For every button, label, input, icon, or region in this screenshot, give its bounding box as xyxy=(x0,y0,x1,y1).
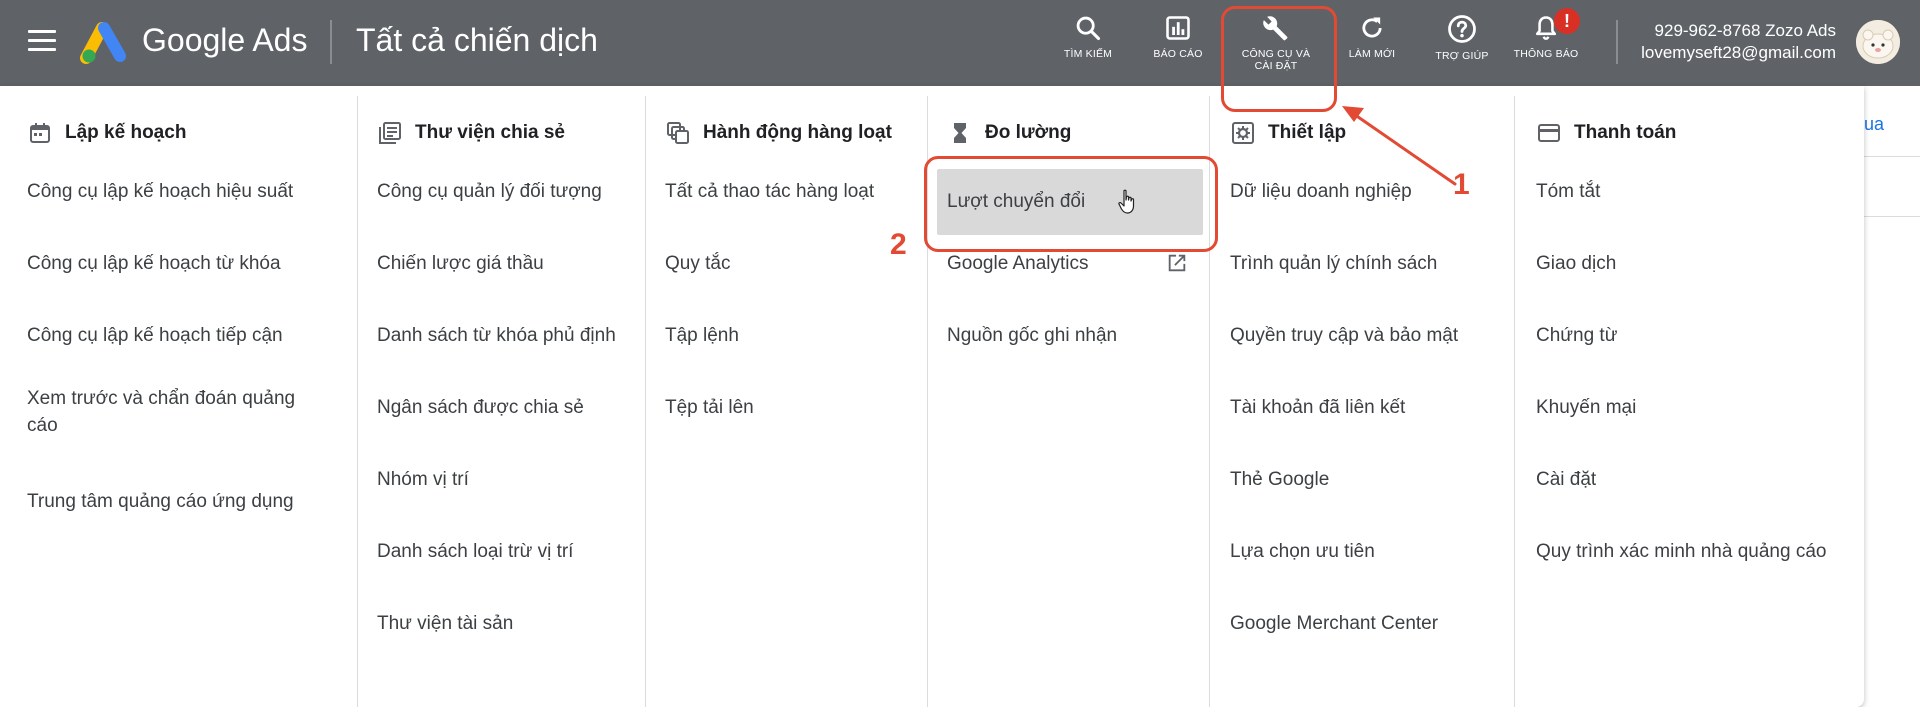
annotation-step-1: 1 xyxy=(1453,168,1470,201)
menu-item-attribution[interactable]: Nguồn gốc ghi nhận xyxy=(947,322,1117,349)
column-divider xyxy=(645,96,646,707)
hourglass-icon xyxy=(947,120,973,146)
header-divider-right xyxy=(1616,20,1618,64)
background-link: ua xyxy=(1864,114,1885,134)
menu-item-placement-groups[interactable]: Nhóm vị trí xyxy=(377,466,469,493)
column-divider xyxy=(357,96,358,707)
refresh-button[interactable]: LÀM MỚI xyxy=(1332,14,1412,74)
account-info[interactable]: 929-962-8768 Zozo Ads lovemyseft28@gmail… xyxy=(1641,20,1836,64)
menu-item-transactions[interactable]: Giao dịch xyxy=(1536,250,1616,277)
menu-item-promotions[interactable]: Khuyến mại xyxy=(1536,394,1636,421)
account-phone: 929-962-8768 Zozo Ads xyxy=(1654,21,1836,40)
measurement-heading: Đo lường xyxy=(947,118,1071,148)
menu-item-google-merchant-center[interactable]: Google Merchant Center xyxy=(1230,610,1438,637)
background-divider xyxy=(1864,156,1920,157)
google-ads-logo[interactable] xyxy=(80,20,128,64)
search-button[interactable]: TÌM KIẾM xyxy=(1048,14,1128,74)
menu-item-placement-exclusion-lists[interactable]: Danh sách loại trừ vị trí xyxy=(377,538,573,565)
menu-item-performance-planner[interactable]: Công cụ lập kế hoạch hiệu suất xyxy=(27,178,293,205)
notification-badge: ! xyxy=(1554,8,1580,34)
refresh-icon xyxy=(1362,17,1382,38)
tools-and-settings-button[interactable]: CÔNG CỤ VÀ CÀI ĐẶT xyxy=(1236,14,1316,74)
column-shared-library: Thư viện chia sẻ Công cụ quản lý đối tượ… xyxy=(377,96,647,707)
menu-icon[interactable] xyxy=(28,30,56,52)
avatar-image xyxy=(1856,20,1900,64)
shared-library-title: Thư viện chia sẻ xyxy=(415,122,565,143)
menu-item-google-tag[interactable]: Thẻ Google xyxy=(1230,466,1329,493)
reports-icon xyxy=(1166,16,1190,40)
column-bulk-actions: Hành động hàng loạt Tất cả thao tác hàng… xyxy=(665,96,925,707)
search-icon xyxy=(1076,16,1101,41)
help-button[interactable]: TRỢ GIÚP xyxy=(1422,14,1502,74)
credit-card-icon xyxy=(1536,120,1562,146)
help-icon xyxy=(1448,15,1476,43)
menu-item-all-bulk-actions[interactable]: Tất cả thao tác hàng loạt xyxy=(665,178,874,205)
measurement-title: Đo lường xyxy=(985,122,1072,143)
menu-item-summary[interactable]: Tóm tắt xyxy=(1536,178,1600,205)
menu-item-google-analytics[interactable]: Google Analytics xyxy=(947,250,1089,277)
menu-item-uploads[interactable]: Tệp tải lên xyxy=(665,394,754,421)
menu-item-documents[interactable]: Chứng từ xyxy=(1536,322,1617,349)
billing-title: Thanh toán xyxy=(1574,122,1677,143)
header-divider xyxy=(330,20,332,64)
account-email: lovemyseft28@gmail.com xyxy=(1641,43,1836,62)
menu-item-linked-accounts[interactable]: Tài khoản đã liên kết xyxy=(1230,394,1405,421)
column-planning: Lập kế hoạch Công cụ lập kế hoạch hiệu s… xyxy=(27,96,347,707)
background-divider xyxy=(1864,216,1920,217)
bulk-actions-title: Hành động hàng loạt xyxy=(703,122,892,143)
menu-item-reach-planner[interactable]: Công cụ lập kế hoạch tiếp cận xyxy=(27,322,283,349)
menu-item-keyword-planner[interactable]: Công cụ lập kế hoạch từ khóa xyxy=(27,250,281,277)
column-measurement: Đo lường Lượt chuyển đổi Google Analytic… xyxy=(937,96,1207,707)
shared-library-heading: Thư viện chia sẻ xyxy=(377,118,565,148)
conversions-label: Lượt chuyển đổi xyxy=(947,191,1086,212)
menu-item-rules[interactable]: Quy tắc xyxy=(665,250,730,277)
wrench-icon xyxy=(1263,16,1288,41)
menu-item-app-advertising-hub[interactable]: Trung tâm quảng cáo ứng dụng xyxy=(27,488,294,515)
menu-item-audience-manager[interactable]: Công cụ quản lý đối tượng xyxy=(377,178,602,205)
help-label: TRỢ GIÚP xyxy=(1435,50,1489,62)
reports-label: BÁO CÁO xyxy=(1153,48,1203,60)
menu-item-preferences[interactable]: Lựa chọn ưu tiên xyxy=(1230,538,1375,565)
tools-menu-panel: Lập kế hoạch Công cụ lập kế hoạch hiệu s… xyxy=(0,86,1864,707)
menu-item-access-and-security[interactable]: Quyền truy cập và bảo mật xyxy=(1230,322,1458,349)
copy-icon xyxy=(665,120,691,146)
library-icon xyxy=(377,120,403,146)
calendar-icon xyxy=(27,120,53,146)
notifications-button[interactable]: ! THÔNG BÁO xyxy=(1506,8,1586,74)
hand-cursor-icon xyxy=(1118,189,1135,214)
tools-label: CÔNG CỤ VÀ CÀI ĐẶT xyxy=(1241,48,1311,72)
search-label: TÌM KIẾM xyxy=(1063,48,1113,60)
menu-item-conversions[interactable]: Lượt chuyển đổi xyxy=(937,169,1203,235)
menu-item-shared-budgets[interactable]: Ngân sách được chia sẻ xyxy=(377,394,584,421)
gear-icon xyxy=(1230,120,1256,146)
avatar[interactable] xyxy=(1856,20,1900,64)
billing-heading: Thanh toán xyxy=(1536,118,1676,148)
menu-item-policy-manager[interactable]: Trình quản lý chính sách xyxy=(1230,250,1437,277)
brand-name: Google Ads xyxy=(142,22,308,58)
column-divider xyxy=(1209,96,1210,707)
menu-item-asset-library[interactable]: Thư viện tài sản xyxy=(377,610,513,637)
planning-heading: Lập kế hoạch xyxy=(27,118,186,148)
planning-title: Lập kế hoạch xyxy=(65,122,187,143)
menu-item-negative-keyword-lists[interactable]: Danh sách từ khóa phủ định xyxy=(377,322,616,349)
external-link-icon[interactable] xyxy=(1166,252,1188,274)
menu-item-bid-strategies[interactable]: Chiến lược giá thầu xyxy=(377,250,544,277)
menu-item-billing-settings[interactable]: Cài đặt xyxy=(1536,466,1596,493)
menu-item-scripts[interactable]: Tập lệnh xyxy=(665,322,739,349)
annotation-step-2: 2 xyxy=(890,228,907,261)
column-divider xyxy=(927,96,928,707)
menu-item-advertiser-verification[interactable]: Quy trình xác minh nhà quảng cáo xyxy=(1536,538,1826,565)
background-page: ua xyxy=(1864,86,1920,707)
menu-item-ad-preview[interactable]: Xem trước và chẩn đoán quảng cáo xyxy=(27,385,327,439)
setup-heading: Thiết lập xyxy=(1230,118,1346,148)
page-title: Tất cả chiến dịch xyxy=(356,22,598,58)
refresh-label: LÀM MỚI xyxy=(1348,48,1396,60)
column-divider xyxy=(1514,96,1515,707)
notifications-label: THÔNG BÁO xyxy=(1513,48,1579,60)
bulk-actions-heading: Hành động hàng loạt xyxy=(665,118,892,148)
top-bar: Google Ads Tất cả chiến dịch TÌM KIẾM BÁ… xyxy=(0,0,1920,86)
column-billing: Thanh toán Tóm tắt Giao dịch Chứng từ Kh… xyxy=(1536,96,1856,707)
reports-button[interactable]: BÁO CÁO xyxy=(1138,14,1218,74)
